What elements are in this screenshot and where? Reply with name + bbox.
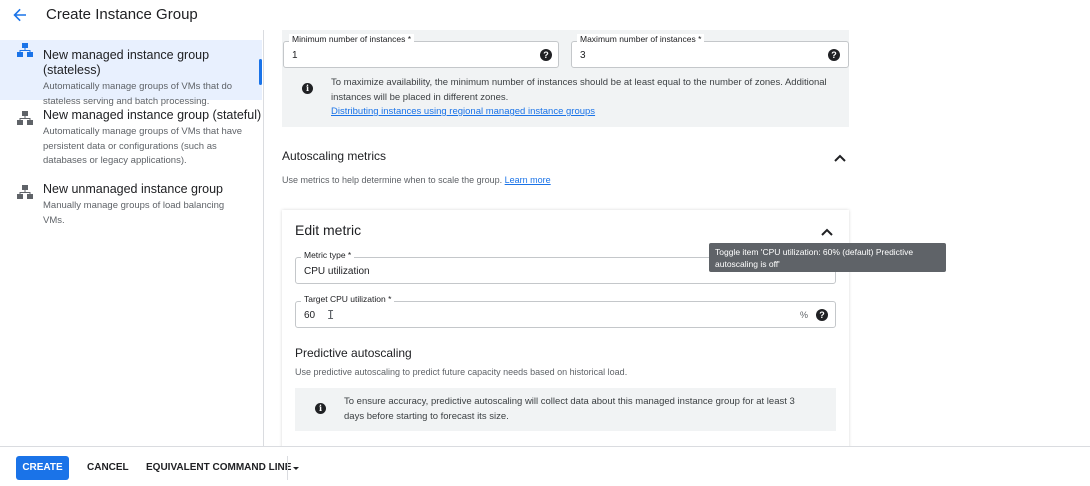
predictive-info-box: i To ensure accuracy, predictive autosca… (295, 388, 836, 431)
predictive-info-text: To ensure accuracy, predictive autoscali… (344, 395, 824, 424)
info-line: instances will be placed in different zo… (331, 91, 509, 103)
percent-suffix: % (800, 310, 809, 320)
equivalent-command-line-button[interactable]: EQUIVALENT COMMAND LINE (146, 456, 291, 480)
field-value[interactable]: 1 (292, 50, 298, 61)
predictive-autoscaling-description: Use predictive autoscaling to predict fu… (295, 367, 628, 377)
sidebar-item-managed-stateful[interactable]: New managed instance group (stateful) Au… (0, 108, 262, 170)
help-icon[interactable]: ? (540, 49, 552, 61)
min-instances-field[interactable]: Minimum number of instances * 1 ? (283, 34, 559, 68)
target-cpu-utilization-field[interactable]: Target CPU utilization * 60 I % ? (295, 294, 836, 328)
cancel-button[interactable]: CANCEL (87, 456, 129, 480)
predictive-autoscaling-title: Predictive autoscaling (295, 346, 412, 360)
field-label: Maximum number of instances * (577, 34, 705, 44)
field-label: Minimum number of instances * (289, 34, 415, 44)
learn-more-link[interactable]: Learn more (505, 175, 551, 185)
field-value[interactable]: 3 (580, 50, 586, 61)
toggle-item-tooltip: Toggle item 'CPU utilization: 60% (defau… (709, 243, 946, 272)
autoscaling-metrics-description: Use metrics to help determine when to sc… (282, 175, 551, 185)
sidebar-item-title: New managed instance group (stateless) (43, 48, 210, 77)
main-content: Minimum number of instances * 1 ? Maximu… (265, 30, 1090, 446)
info-icon: i (302, 83, 313, 94)
regional-mig-link[interactable]: Distributing instances using regional ma… (331, 105, 851, 120)
autoscaling-desc-text: Use metrics to help determine when to sc… (282, 175, 503, 185)
sidebar-item-description: Automatically manage groups of VMs that … (43, 80, 262, 109)
desc-line: persistent data or configurations (such … (43, 140, 217, 152)
top-bar: Create Instance Group (0, 0, 1090, 30)
instance-group-type-sidebar: New managed instance group (stateless) A… (0, 30, 264, 446)
text-cursor-icon: I (327, 308, 335, 322)
field-value[interactable]: 60 (304, 310, 315, 321)
info-line: days before starting to forecast its siz… (344, 410, 509, 422)
instance-group-icon (16, 110, 34, 128)
desc-line: Automatically manage groups of VMs that … (43, 126, 243, 137)
chevron-up-icon[interactable] (833, 152, 847, 162)
zones-info-text: To maximize availability, the minimum nu… (331, 76, 851, 120)
back-arrow-icon[interactable] (10, 5, 30, 25)
sidebar-item-title: New unmanaged instance group (43, 182, 223, 196)
field-label: Metric type * (301, 250, 355, 260)
edit-metric-title: Edit metric (295, 222, 362, 238)
action-bar: CREATE CANCEL EQUIVALENT COMMAND LINE (0, 446, 1090, 486)
sidebar-item-unmanaged[interactable]: New unmanaged instance group Manually ma… (0, 182, 262, 230)
desc-line: Automatically manage groups of VMs that … (43, 81, 233, 92)
info-line: To maximize availability, the minimum nu… (331, 77, 827, 88)
tooltip-line: Toggle item 'CPU utilization: 60% (defau… (715, 247, 914, 257)
desc-line: stateless serving and batch processing. (43, 95, 210, 107)
dropdown-caret-icon[interactable] (287, 456, 303, 480)
info-line: To ensure accuracy, predictive autoscali… (344, 396, 795, 407)
autoscaling-metrics-title: Autoscaling metrics (282, 149, 387, 163)
info-icon: i (315, 403, 326, 414)
chevron-up-icon[interactable] (820, 226, 834, 236)
instance-group-icon (16, 42, 34, 60)
field-value: CPU utilization (304, 266, 370, 277)
sidebar-item-managed-stateless[interactable]: New managed instance group (stateless) A… (0, 40, 262, 107)
help-icon[interactable]: ? (828, 49, 840, 61)
active-indicator (259, 59, 262, 85)
sidebar-item-description: Manually manage groups of load balancing… (43, 199, 262, 228)
help-icon[interactable]: ? (816, 309, 828, 321)
desc-line: databases or legacy applications). (43, 155, 187, 166)
page-title: Create Instance Group (46, 6, 198, 23)
sidebar-item-title: New managed instance group (stateful) (43, 108, 262, 122)
sidebar-item-description: Automatically manage groups of VMs that … (43, 125, 262, 169)
field-label: Target CPU utilization * (301, 294, 395, 304)
tooltip-line: autoscaling is off' (715, 258, 780, 269)
max-instances-field[interactable]: Maximum number of instances * 3 ? (571, 34, 849, 68)
instance-group-icon (16, 184, 34, 202)
desc-line: Manually manage groups of load balancing (43, 200, 225, 211)
desc-line: VMs. (43, 214, 65, 226)
create-button[interactable]: CREATE (16, 456, 69, 480)
